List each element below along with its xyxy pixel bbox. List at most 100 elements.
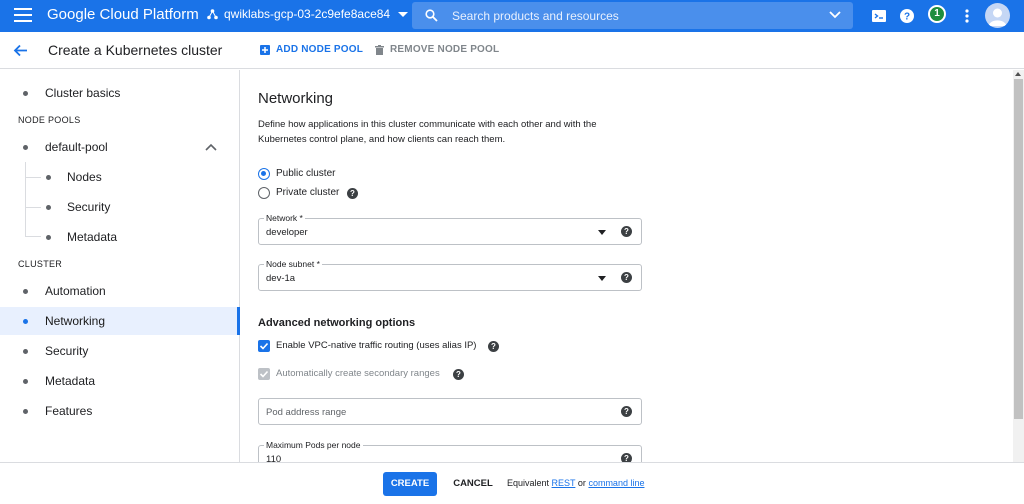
or-label: or (577, 478, 586, 488)
svg-text:?: ? (904, 12, 910, 23)
command-line-link[interactable]: command line (588, 478, 644, 488)
dropdown-arrow-icon (598, 230, 606, 235)
remove-node-pool-button[interactable]: REMOVE NODE POOL (375, 44, 499, 55)
vpc-native-label: Enable VPC-native traffic routing (uses … (276, 340, 477, 351)
public-cluster-radio[interactable] (258, 168, 270, 180)
pod-address-range-input[interactable] (266, 405, 596, 419)
sidebar-item-metadata[interactable]: Metadata (0, 367, 240, 395)
bullet-icon (23, 318, 28, 324)
pod-address-range-field[interactable]: ? (258, 398, 642, 425)
help-icon[interactable]: ? (488, 341, 499, 352)
sidebar-item-label: Security (67, 200, 111, 214)
bullet-icon (23, 90, 28, 96)
remove-node-pool-label: REMOVE NODE POOL (390, 44, 500, 55)
network-label: Network * (264, 213, 305, 223)
secondary-ranges-label: Automatically create secondary ranges (276, 368, 440, 379)
account-icon (988, 8, 1007, 26)
check-icon (259, 370, 269, 378)
sidebar-item-label: Metadata (67, 230, 118, 244)
section-title: Networking (258, 90, 334, 107)
network-select[interactable]: Network * developer ? (258, 213, 642, 245)
project-name: qwiklabs-gcp-03-2c9efe8ace84 (224, 7, 391, 21)
sidebar-item-automation[interactable]: Automation (0, 277, 240, 305)
sidebar-item-label: Networking (45, 314, 106, 328)
node-subnet-value: dev-1a (266, 273, 296, 284)
sidebar-item-networking[interactable]: Networking (0, 307, 240, 335)
project-icon (207, 8, 218, 19)
bullet-icon (23, 378, 28, 384)
add-node-pool-label: ADD NODE POOL (276, 44, 364, 55)
sidebar-item-label: Automation (45, 284, 106, 298)
bullet-icon (23, 144, 28, 150)
more-vert-icon[interactable] (958, 7, 976, 25)
chevron-down-icon[interactable] (829, 11, 841, 19)
max-pods-label: Maximum Pods per node (264, 440, 363, 450)
dropdown-arrow-icon (598, 276, 606, 281)
create-button[interactable]: CREATE (383, 472, 437, 496)
help-icon[interactable]: ? (621, 226, 632, 237)
avatar[interactable] (985, 3, 1010, 28)
sidebar-item-pool-metadata[interactable]: Metadata (0, 223, 240, 251)
sidebar-item-label: Security (45, 344, 89, 358)
max-pods-field[interactable]: Maximum Pods per node 110 ? (258, 440, 642, 462)
sidebar-item-default-pool[interactable]: default-pool (0, 133, 240, 161)
project-selector[interactable]: qwiklabs-gcp-03-2c9efe8ace84 (207, 7, 409, 21)
brand-title[interactable]: Google Cloud Platform (47, 6, 199, 23)
active-indicator (237, 307, 240, 335)
page-header: Create a Kubernetes cluster ADD NODE POO… (0, 32, 1024, 69)
check-icon (259, 342, 269, 350)
advanced-networking-title: Advanced networking options (258, 317, 416, 329)
sidebar-item-label: Features (45, 404, 93, 418)
bullet-icon (46, 204, 51, 210)
page-title: Create a Kubernetes cluster (48, 42, 223, 58)
cluster-heading: CLUSTER (18, 259, 63, 269)
public-cluster-label: Public cluster (276, 168, 336, 179)
network-value: developer (266, 227, 308, 238)
search-input[interactable] (452, 7, 812, 24)
sidebar: Cluster basics NODE POOLS default-pool N… (0, 70, 240, 462)
sidebar-item-label: default-pool (45, 140, 108, 154)
private-cluster-radio[interactable] (258, 187, 270, 199)
footer: CREATE CANCEL Equivalent REST or command… (0, 462, 1024, 504)
scrollbar[interactable] (1013, 70, 1024, 462)
search-icon (425, 9, 438, 22)
bullet-icon (46, 234, 51, 240)
trash-icon (375, 44, 384, 55)
chevron-up-icon[interactable] (205, 143, 217, 151)
help-icon[interactable]: ? (453, 369, 464, 380)
help-icon[interactable]: ? (347, 188, 358, 199)
top-app-bar: Google Cloud Platform qwiklabs-gcp-03-2c… (0, 0, 1024, 32)
add-node-pool-button[interactable]: ADD NODE POOL (260, 44, 363, 55)
help-icon[interactable]: ? (621, 406, 632, 417)
node-pools-heading: NODE POOLS (18, 115, 81, 125)
scrollbar-thumb[interactable] (1014, 79, 1023, 419)
vpc-native-checkbox[interactable] (258, 340, 270, 352)
sidebar-item-cluster-basics[interactable]: Cluster basics (0, 79, 240, 107)
bullet-icon (23, 348, 28, 354)
sidebar-item-security[interactable]: Security (0, 337, 240, 365)
scroll-up-arrow-icon[interactable] (1015, 72, 1021, 76)
sidebar-item-nodes[interactable]: Nodes (0, 163, 240, 191)
node-subnet-select[interactable]: Node subnet * dev-1a ? (258, 259, 642, 291)
rest-link[interactable]: REST (552, 478, 576, 488)
secondary-ranges-checkbox[interactable] (258, 368, 270, 380)
search-bar[interactable] (412, 2, 853, 29)
cancel-button[interactable]: CANCEL (448, 472, 498, 496)
node-subnet-label: Node subnet * (264, 259, 322, 269)
sidebar-item-features[interactable]: Features (0, 397, 240, 425)
project-dropdown-icon (398, 11, 409, 17)
sidebar-item-pool-security[interactable]: Security (0, 193, 240, 221)
back-arrow-icon[interactable] (12, 42, 29, 59)
sidebar-item-label: Metadata (45, 374, 96, 388)
cloud-shell-icon[interactable] (870, 7, 888, 25)
help-icon[interactable]: ? (898, 7, 916, 25)
help-icon[interactable]: ? (621, 453, 632, 462)
notifications-badge[interactable]: 1 (928, 5, 946, 23)
equivalent-text: Equivalent REST or command line (507, 478, 644, 488)
help-icon[interactable]: ? (621, 272, 632, 283)
bullet-icon (23, 408, 28, 414)
bullet-icon (23, 288, 28, 294)
private-cluster-label: Private cluster (276, 187, 340, 198)
menu-icon[interactable] (14, 8, 32, 24)
bullet-icon (46, 174, 51, 180)
